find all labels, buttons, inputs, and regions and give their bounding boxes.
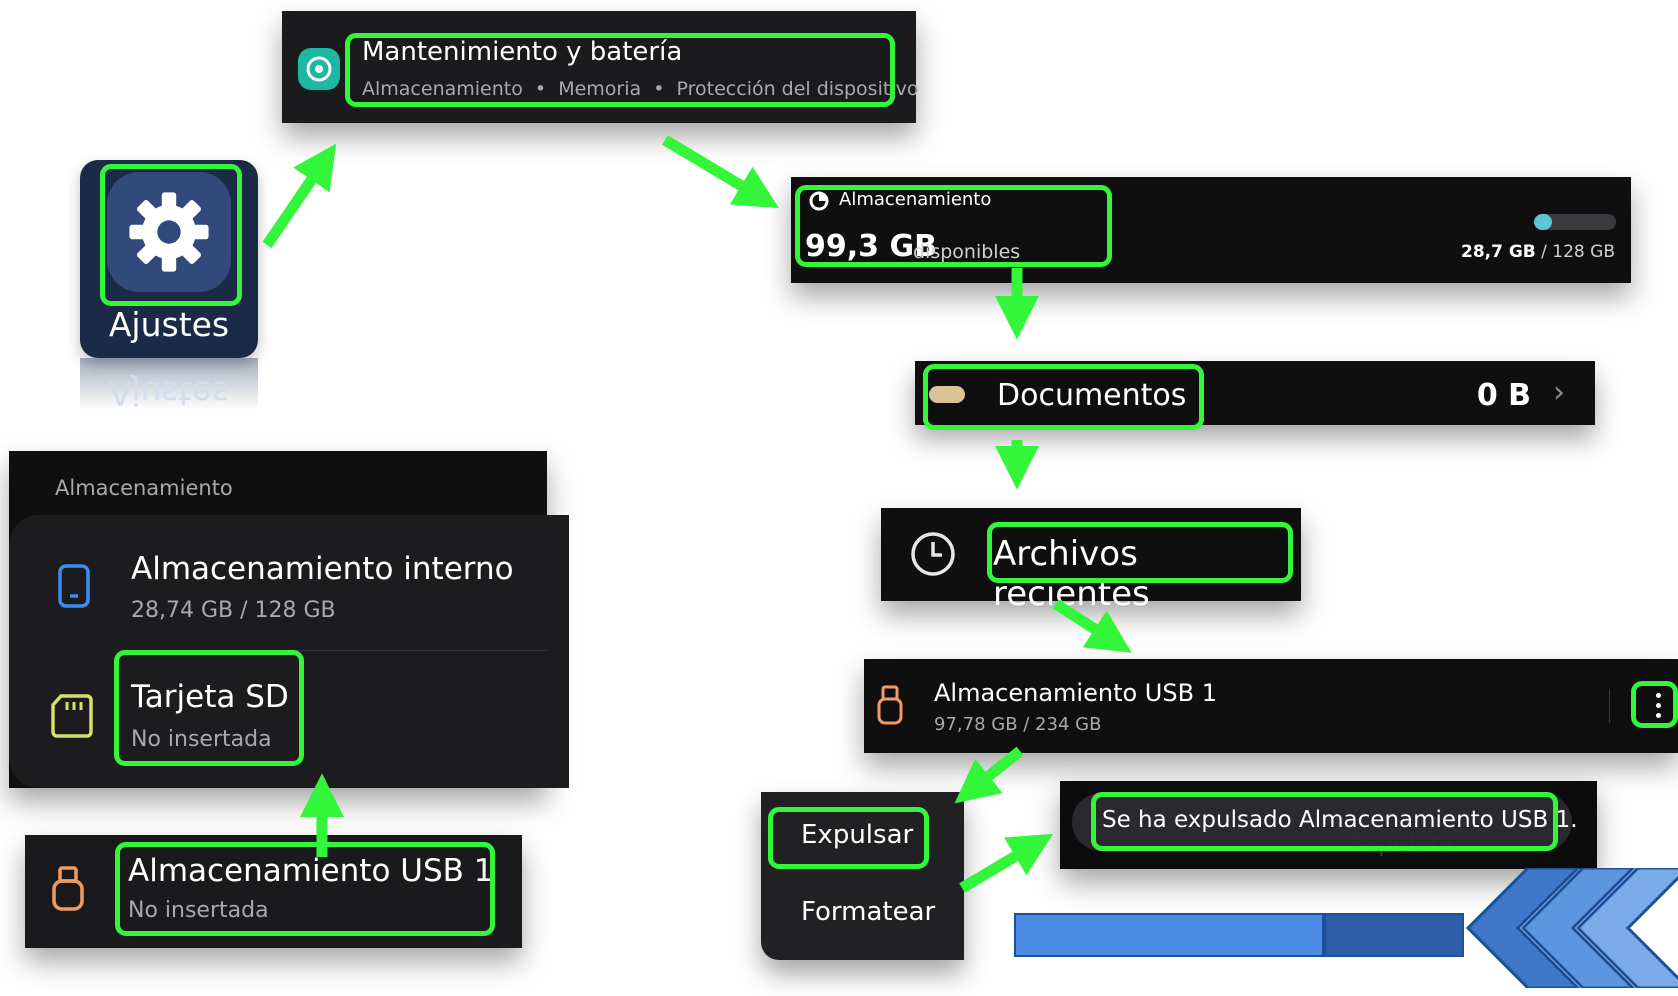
blue-bar <box>1014 913 1324 957</box>
usb-storage-sub: 97,78 GB / 234 GB <box>934 714 1102 735</box>
storage-usage-fill <box>1534 214 1553 230</box>
arrow-settings-to-maintenance <box>262 143 337 249</box>
documents-highlight <box>923 364 1204 430</box>
usb-drive-icon <box>52 866 84 911</box>
settings-label-reflection: Ajustes <box>80 358 258 413</box>
storage-used: 28,7 GB <box>1460 242 1536 262</box>
toast-highlight <box>1091 792 1558 851</box>
settings-app-label: Ajustes <box>108 305 230 344</box>
recent-files-highlight <box>987 522 1293 583</box>
usb-drive-icon <box>877 685 903 725</box>
storage-card-highlight <box>795 185 1112 267</box>
usb-storage-row[interactable]: Almacenamiento USB 1 97,78 GB / 234 GB <box>864 659 1678 753</box>
internal-storage-title: Almacenamiento interno <box>131 551 514 587</box>
storage-usage-text: 28,7 GB / 128 GB <box>1461 242 1615 262</box>
sd-card-highlight <box>114 650 304 766</box>
maintenance-highlight <box>345 33 895 107</box>
more-options-highlight <box>1631 681 1678 728</box>
usb-bottom-highlight <box>115 842 495 936</box>
storage-total: / 128 GB <box>1535 242 1615 262</box>
menu-format[interactable]: Formatear <box>801 897 935 927</box>
row-divider <box>1609 689 1610 723</box>
internal-storage-sub: 28,74 GB / 128 GB <box>131 598 336 623</box>
storage-usage-bar <box>1534 214 1616 230</box>
clock-icon <box>911 532 955 576</box>
back-chevrons-icon <box>1465 868 1678 988</box>
sd-card-icon <box>51 694 93 738</box>
storage-list-header: Almacenamiento <box>55 476 233 500</box>
arrow-maintenance-to-storage <box>662 135 779 209</box>
chevron-right-icon: › <box>1553 375 1565 410</box>
eject-highlight <box>768 807 929 869</box>
arrow-usb-to-menu <box>954 746 1024 804</box>
arrow-menu-to-toast <box>959 833 1054 893</box>
documents-size: 0 B <box>1476 378 1531 413</box>
phone-icon <box>58 564 90 608</box>
internal-storage-item[interactable]: Almacenamiento interno 28,74 GB / 128 GB <box>9 531 547 631</box>
maintenance-icon <box>298 48 340 90</box>
settings-icon-highlight <box>100 164 242 306</box>
usb-storage-title: Almacenamiento USB 1 <box>934 679 1217 707</box>
